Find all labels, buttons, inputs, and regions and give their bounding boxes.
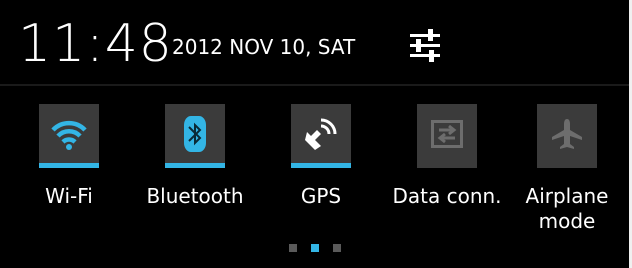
page-dot-active[interactable] xyxy=(310,244,319,252)
quick-settings-button[interactable] xyxy=(401,24,449,68)
page-dot[interactable] xyxy=(288,244,297,252)
airplane-toggle-button[interactable] xyxy=(537,104,597,168)
notification-panel: 11:48 2012 NOV 10, SAT Wi-Fi Bluetooth G… xyxy=(0,0,632,268)
wifi-icon xyxy=(51,120,87,150)
toggle-label: GPS xyxy=(300,184,342,208)
toggle-label: Airplane mode xyxy=(525,184,609,233)
page-dot[interactable] xyxy=(332,244,341,252)
page-indicator xyxy=(0,244,629,254)
gps-icon xyxy=(305,118,337,150)
clock: 11:48 xyxy=(18,14,173,74)
toggle-airplane-mode[interactable]: Airplane mode xyxy=(504,104,630,234)
toggle-gps[interactable]: GPS xyxy=(258,104,384,234)
gps-toggle-button[interactable] xyxy=(291,104,351,168)
toggle-label: Bluetooth xyxy=(146,184,244,208)
toggle-bluetooth[interactable]: Bluetooth xyxy=(132,104,258,234)
wifi-toggle-button[interactable] xyxy=(39,104,99,168)
airplane-icon xyxy=(552,118,582,149)
toggle-wifi[interactable]: Wi-Fi xyxy=(6,104,132,234)
quick-toggles: Wi-Fi Bluetooth GPS Data conn. Airplane … xyxy=(0,86,629,268)
data-connection-icon xyxy=(431,119,463,148)
data-connection-toggle-button[interactable] xyxy=(417,104,477,168)
sliders-icon xyxy=(410,29,440,62)
bluetooth-toggle-button[interactable] xyxy=(165,104,225,168)
bluetooth-icon xyxy=(184,115,206,152)
status-header: 11:48 2012 NOV 10, SAT xyxy=(0,0,629,84)
toggle-label: Wi-Fi xyxy=(45,184,93,208)
date-label: 2012 NOV 10, SAT xyxy=(172,35,356,59)
toggle-data-connection[interactable]: Data conn. xyxy=(384,104,510,234)
toggle-label: Data conn. xyxy=(392,184,502,208)
